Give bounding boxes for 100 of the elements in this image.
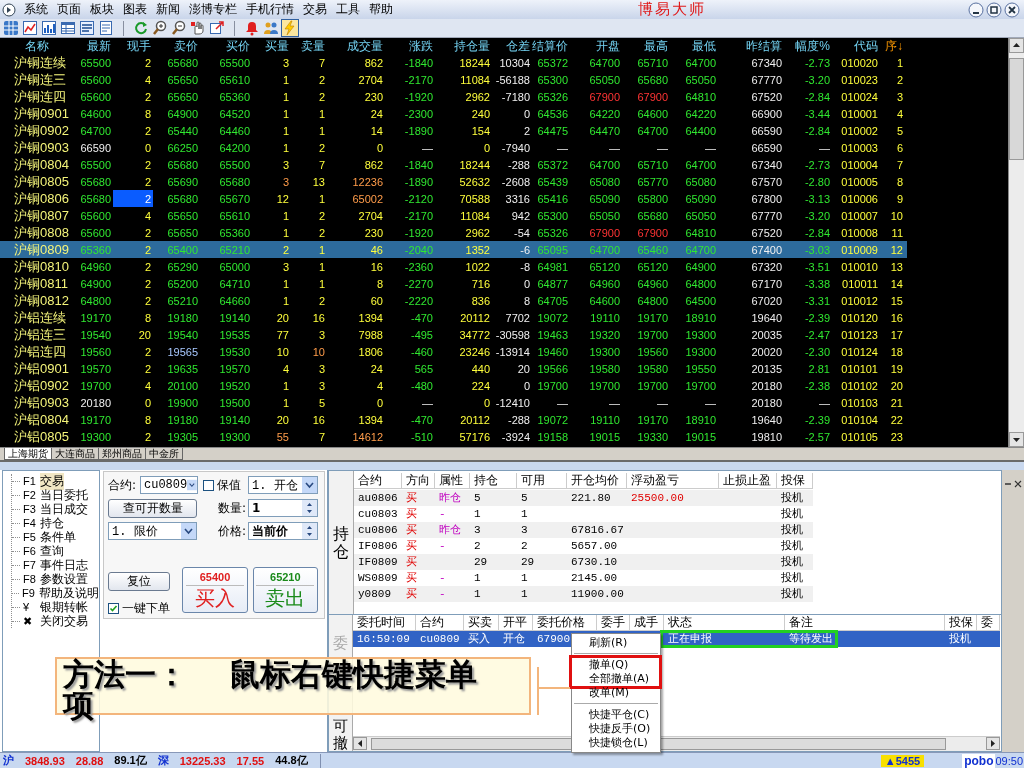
table-cell-text: 19072: [537, 310, 569, 325]
table-cell-text: 2: [144, 276, 152, 291]
table-cell-text: 1: [282, 276, 290, 291]
table-cell-text: 010006: [841, 191, 879, 206]
table-cell-text: 2: [523, 123, 531, 138]
table-cell: au0806: [358, 491, 398, 505]
table-cell-text: -288: [507, 412, 531, 427]
table-cell-text: 19072: [537, 412, 569, 427]
table-cell-text: 862: [364, 55, 384, 70]
table-cell-text: -56188: [495, 72, 531, 87]
table-cell-text: 57176: [459, 429, 491, 444]
table-cell-text: 3: [318, 327, 326, 342]
table-cell-text: 7702: [505, 310, 531, 325]
index-quote: 13225.33: [179, 754, 226, 767]
table-cell-text: 17: [890, 327, 904, 342]
table-cell-text: -2.57: [804, 429, 831, 444]
table-cell-text: 4: [282, 361, 290, 376]
table-cell-text: 65600: [80, 72, 112, 87]
table-cell-text: 20112: [460, 310, 491, 325]
table-cell-text: 67340: [751, 55, 783, 70]
table-cell-text: 2: [144, 157, 152, 172]
table-cell-text: 67520: [751, 89, 783, 104]
table-cell-text: 010004: [841, 157, 879, 172]
table-cell-text: 22: [890, 412, 904, 427]
table-cell-text: 65710: [637, 55, 669, 70]
table-cell-text: 19540: [167, 327, 199, 342]
table-cell-text: 010003: [841, 140, 879, 155]
table-cell-text: 64800: [685, 276, 717, 291]
table-cell-text: 66590: [80, 140, 112, 155]
table-cell-text: 862: [364, 157, 384, 172]
table-cell-text: 4: [144, 208, 152, 223]
table-cell-text: 0: [376, 140, 384, 155]
table-cell-text: 1: [896, 55, 904, 70]
table-cell-text: 65439: [537, 174, 569, 189]
table-cell-text: 1: [318, 259, 326, 274]
table-cell-text: 沪铜0810: [14, 259, 70, 274]
table-cell-text: 沪铝连三: [14, 327, 67, 342]
table-cell-text: 12: [276, 191, 290, 206]
table-cell-text: 65000: [219, 259, 251, 274]
table-cell-text: -1840: [404, 157, 434, 172]
table-cell-text: 19: [890, 361, 904, 376]
table-cell-text: -2.73: [804, 157, 831, 172]
table-cell-text: -2360: [404, 259, 434, 274]
table-cell-text: 65710: [637, 157, 669, 172]
table-cell-text: 010120: [841, 310, 879, 325]
table-cell-text: 19170: [80, 412, 112, 427]
table-cell-text: 19170: [637, 310, 669, 325]
table-cell-text: 64220: [685, 106, 717, 121]
table-cell-text: 19300: [685, 344, 717, 359]
table-cell-text: 19158: [537, 429, 569, 444]
table-cell-text: -2.39: [804, 310, 831, 325]
table-cell-text: -7180: [501, 89, 531, 104]
table-cell-text: 65002: [352, 191, 384, 206]
table-cell-text: 19570: [80, 361, 112, 376]
table-cell-text: 64460: [219, 123, 251, 138]
table-cell-text: 14: [890, 276, 904, 291]
table-cell: 67900: [537, 632, 570, 646]
table-cell-text: —: [705, 140, 717, 155]
table-cell-text: 65050: [589, 72, 621, 87]
table-cell-text: 8: [144, 310, 152, 325]
table-cell-text: 沪铝0903: [14, 395, 70, 410]
table-cell-text: 77: [276, 327, 290, 342]
table-cell-text: 20: [138, 327, 152, 342]
table-cell-text: 23: [890, 429, 904, 444]
table-cell-text: 64536: [537, 106, 569, 121]
table-cell: 买入: [468, 632, 490, 646]
table-cell-text: -3.20: [804, 208, 831, 223]
table-cell-text: 64200: [219, 140, 251, 155]
clock: 09:50: [995, 754, 1024, 767]
table-cell-text: -2.84: [804, 225, 831, 240]
table-cell-text: 64470: [589, 123, 621, 138]
table-cell-text: 2: [144, 293, 152, 308]
table-cell-text: -30598: [495, 327, 531, 342]
table-cell-text: 65610: [219, 208, 251, 223]
table-cell: 买: [406, 539, 417, 553]
table-cell-text: 65500: [80, 157, 112, 172]
table-cell-text: 0: [144, 140, 152, 155]
table-cell-text: 13: [312, 174, 326, 189]
table-cell-text: -3.51: [804, 259, 831, 274]
table-cell-text: 64800: [80, 293, 112, 308]
table-cell-text: 19170: [80, 310, 112, 325]
table-cell-text: 2: [144, 225, 152, 240]
table-cell-text: 1: [282, 72, 290, 87]
table-cell-text: 65372: [537, 157, 569, 172]
table-cell-text: 沪铜0812: [14, 293, 70, 308]
table-cell-text: 65210: [219, 242, 251, 257]
table-cell-text: 7: [318, 157, 326, 172]
table-cell-text: 沪铜0809: [14, 242, 70, 257]
table-cell-text: 154: [471, 123, 491, 138]
table-cell-text: 64810: [685, 89, 717, 104]
table-cell-text: 1: [282, 123, 290, 138]
table-cell-text: 20100: [167, 378, 199, 393]
table-cell-text: 5: [318, 395, 326, 410]
index-quote: 44.8亿: [275, 753, 308, 768]
table-cell-text: -470: [410, 310, 434, 325]
table-cell-text: 15: [890, 293, 904, 308]
table-cell: 1: [521, 507, 528, 521]
table-cell: 投机: [781, 571, 803, 585]
table-cell-text: -1920: [404, 225, 434, 240]
table-cell-text: 65360: [219, 225, 251, 240]
